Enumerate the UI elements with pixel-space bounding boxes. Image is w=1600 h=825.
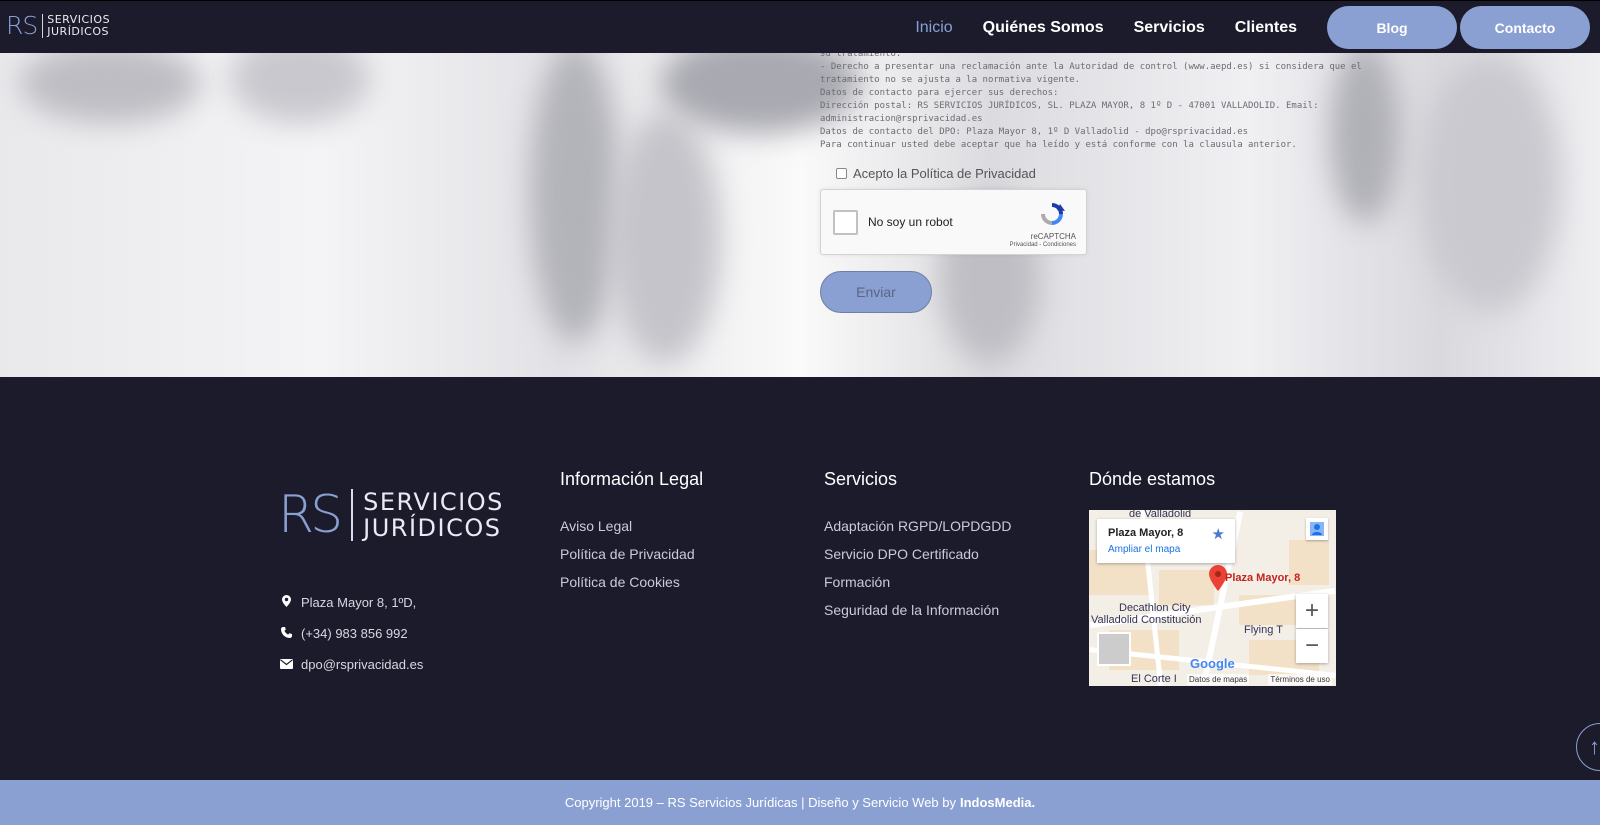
map-label: Valladolid Constitución [1091, 614, 1202, 626]
envelope-icon [278, 658, 294, 672]
blog-button[interactable]: Blog [1327, 6, 1457, 49]
map-pin-label: Plaza Mayor, 8 [1225, 572, 1301, 584]
google-logo: Google [1190, 656, 1235, 671]
map-data-link[interactable]: Datos de mapas [1187, 674, 1250, 685]
main-nav: Inicio Quiénes Somos Servicios Clientes … [885, 1, 1600, 54]
footer-link-adaptacion-rgpd[interactable]: Adaptación RGPD/LOPDGDD [824, 512, 1012, 540]
recaptcha-icon [1041, 203, 1065, 225]
map-terms-link[interactable]: Términos de uso [1268, 674, 1332, 685]
footer-phone: (+34) 983 856 992 [278, 618, 423, 649]
footer-contact-list: Plaza Mayor 8, 1ºD, (+34) 983 856 992 dp… [278, 587, 423, 680]
background-blur-shape [530, 53, 620, 343]
site-footer: RS SERVICIOS JURÍDICOS Plaza Mayor 8, 1º… [0, 377, 1600, 780]
map-label: Decathlon City [1119, 602, 1191, 614]
map-label: Flying T [1244, 624, 1283, 636]
footer-link-politica-cookies[interactable]: Política de Cookies [560, 568, 703, 596]
accept-privacy-row[interactable]: Acepto la Política de Privacidad [836, 166, 1036, 181]
background-blur-shape [1420, 53, 1560, 313]
footer-link-servicio-dpo[interactable]: Servicio DPO Certificado [824, 540, 1012, 568]
nav-item-quienes-somos[interactable]: Quiénes Somos [983, 19, 1104, 37]
footer-link-formacion[interactable]: Formación [824, 568, 1012, 596]
privacy-clause-line: Para continuar usted debe aceptar que ha… [820, 140, 1297, 150]
background-blur-shape [610, 113, 720, 363]
footer-address-text: Plaza Mayor 8, 1ºD, [301, 595, 417, 610]
map-place-card: Plaza Mayor, 8 Ampliar el mapa ★ [1097, 519, 1235, 563]
recaptcha-widget: No soy un robot reCAPTCHA Privacidad - C… [820, 189, 1087, 255]
map-label: El Corte I [1131, 673, 1177, 685]
accept-privacy-checkbox[interactable] [836, 168, 847, 179]
header-logo-line2: JURÍDICOS [47, 25, 109, 38]
indosmedia-link[interactable]: IndosMedia. [960, 795, 1035, 810]
footer-location-column: Dónde estamos [1089, 469, 1215, 512]
map-marker-icon [278, 595, 294, 610]
arrow-up-icon: ↑ [1589, 734, 1600, 759]
privacy-clause-line: administracion@rsprivacidad.es [820, 114, 983, 124]
recaptcha-brand: reCAPTCHA [1030, 232, 1076, 241]
phone-icon [278, 626, 294, 641]
footer-location-title: Dónde estamos [1089, 469, 1216, 489]
privacy-clause-line: tratamiento no se ajusta a la normativa … [820, 75, 1081, 85]
footer-services-column: Servicios Adaptación RGPD/LOPDGDD Servic… [824, 469, 1012, 624]
submit-button[interactable]: Enviar [820, 271, 932, 313]
map-block [1159, 570, 1214, 605]
header-logo-divider [42, 14, 44, 38]
star-icon[interactable]: ★ [1212, 525, 1225, 543]
privacy-clause-text: su tratamiento. - Derecho a presentar un… [820, 53, 1362, 152]
footer-link-aviso-legal[interactable]: Aviso Legal [560, 512, 703, 540]
top-navigation-bar: RS SERVICIOS JURÍDICOS Inicio Quiénes So… [0, 0, 1600, 53]
footer-logo-mark: RS [278, 485, 343, 545]
privacy-clause-line: Datos de contacto del DPO: Plaza Mayor 8… [820, 127, 1249, 137]
recaptcha-terms-link[interactable]: Privacidad - Condiciones [1010, 242, 1076, 248]
contact-button[interactable]: Contacto [1460, 6, 1590, 49]
contact-form-section: su tratamiento. - Derecho a presentar un… [0, 53, 1600, 377]
footer-link-seguridad[interactable]: Seguridad de la Información [824, 596, 1012, 624]
recaptcha-checkbox[interactable] [833, 210, 858, 235]
nav-item-servicios[interactable]: Servicios [1134, 19, 1205, 37]
footer-link-politica-privacidad[interactable]: Política de Privacidad [560, 540, 703, 568]
privacy-clause-line: Datos de contacto para ejercer sus derec… [820, 88, 1059, 98]
privacy-clause-line: Dirección postal: RS SERVICIOS JURÍDICOS… [820, 101, 1319, 111]
footer-logo-words: SERVICIOS JURÍDICOS [363, 489, 504, 541]
footer-logo-line2: JURÍDICOS [363, 514, 502, 542]
footer-logo[interactable]: RS SERVICIOS JURÍDICOS [278, 488, 504, 542]
background-blur-shape [1330, 53, 1400, 223]
footer-phone-text[interactable]: (+34) 983 856 992 [301, 626, 408, 641]
nav-item-clientes[interactable]: Clientes [1235, 19, 1297, 37]
footer-services-title: Servicios [824, 469, 898, 489]
header-logo[interactable]: RS SERVICIOS JURÍDICOS [6, 13, 110, 39]
footer-legal-title: Información Legal [560, 469, 704, 489]
header-logo-mark: RS [6, 11, 38, 40]
map-zoom-in-button[interactable]: + [1296, 594, 1328, 628]
footer-logo-line1: SERVICIOS [363, 488, 504, 516]
map-type-toggle[interactable] [1097, 632, 1131, 666]
background-blur-shape [230, 53, 370, 123]
copyright-bar: Copyright 2019 – RS Servicios Jurídicas … [0, 780, 1600, 825]
background-blur-shape [20, 53, 200, 123]
google-map-embed[interactable]: de Valladolid Plaza Mayor, 8 Ampliar el … [1089, 510, 1336, 686]
accept-privacy-label: Acepto la Política de Privacidad [853, 166, 1036, 181]
map-place-name: Plaza Mayor, 8 [1108, 527, 1184, 539]
privacy-clause-line: - Derecho a presentar una reclamación an… [820, 62, 1362, 72]
map-zoom-out-button[interactable]: − [1296, 629, 1328, 663]
nav-item-inicio[interactable]: Inicio [915, 19, 952, 37]
footer-email: dpo@rsprivacidad.es [278, 649, 423, 680]
street-view-icon[interactable] [1306, 518, 1328, 540]
footer-email-text[interactable]: dpo@rsprivacidad.es [301, 657, 423, 672]
recaptcha-label: No soy un robot [868, 215, 953, 229]
footer-legal-column: Información Legal Aviso Legal Política d… [560, 469, 703, 596]
footer-logo-divider [351, 489, 354, 541]
map-enlarge-link[interactable]: Ampliar el mapa [1108, 544, 1180, 555]
footer-address: Plaza Mayor 8, 1ºD, [278, 587, 423, 618]
header-logo-words: SERVICIOS JURÍDICOS [47, 14, 110, 38]
copyright-text: Copyright 2019 – RS Servicios Jurídicas … [564, 795, 956, 810]
privacy-clause-line: su tratamiento. [820, 53, 902, 59]
